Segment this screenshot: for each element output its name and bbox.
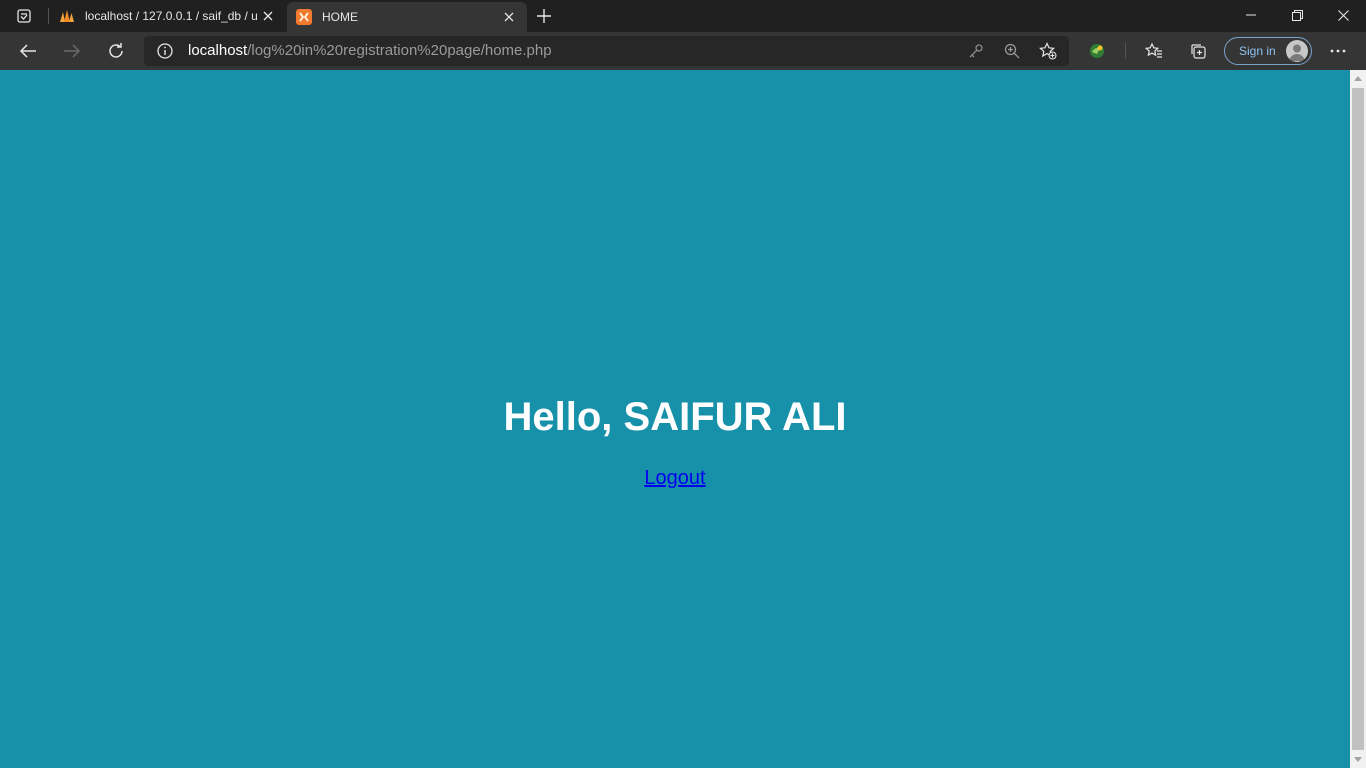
tab-separator xyxy=(48,8,49,24)
scroll-thumb[interactable] xyxy=(1352,88,1364,750)
minimize-icon[interactable] xyxy=(1228,0,1274,30)
tab-strip: localhost / 127.0.0.1 / saif_db / u HOME xyxy=(0,0,1366,32)
extension-icon[interactable] xyxy=(1083,37,1111,65)
window-close-icon[interactable] xyxy=(1320,0,1366,30)
avatar-icon xyxy=(1286,40,1308,62)
forward-icon[interactable] xyxy=(58,37,86,65)
sign-in-button[interactable]: Sign in xyxy=(1224,37,1312,65)
key-icon[interactable] xyxy=(966,41,986,61)
navigation-bar: localhost/log%20in%20registration%20page… xyxy=(0,32,1366,70)
new-tab-icon[interactable] xyxy=(533,5,555,27)
greeting-heading: Hello, SAIFUR ALI xyxy=(503,395,847,439)
url-path: /log%20in%20registration%20page/home.php xyxy=(247,42,552,59)
xampp-icon xyxy=(296,9,312,25)
toolbar-separator xyxy=(1125,43,1126,59)
phpmyadmin-icon xyxy=(59,8,75,24)
refresh-icon[interactable] xyxy=(102,37,130,65)
scroll-up-arrow-icon[interactable] xyxy=(1350,70,1366,87)
collections-icon[interactable] xyxy=(1184,37,1212,65)
favorites-icon[interactable] xyxy=(1140,37,1168,65)
zoom-icon[interactable] xyxy=(1002,41,1022,61)
info-icon[interactable] xyxy=(156,42,174,60)
logout-link[interactable]: Logout xyxy=(644,467,705,489)
logout-container: Logout xyxy=(0,467,1350,490)
more-options-icon[interactable] xyxy=(1324,37,1352,65)
tab-title: HOME xyxy=(322,10,358,24)
page-viewport: Hello, SAIFUR ALI Logout xyxy=(0,70,1350,768)
restore-icon[interactable] xyxy=(1274,0,1320,30)
scroll-down-arrow-icon[interactable] xyxy=(1350,751,1366,768)
close-icon[interactable] xyxy=(258,6,278,26)
tab-actions-icon[interactable] xyxy=(10,6,38,26)
close-icon[interactable] xyxy=(499,7,519,27)
tab-phpmyadmin[interactable]: localhost / 127.0.0.1 / saif_db / u xyxy=(50,0,286,32)
tab-title: localhost / 127.0.0.1 / saif_db / u xyxy=(85,9,258,23)
vertical-scrollbar[interactable] xyxy=(1350,70,1366,768)
url-host: localhost xyxy=(188,42,248,59)
tab-home[interactable]: HOME xyxy=(287,2,527,32)
address-bar[interactable]: localhost/log%20in%20registration%20page… xyxy=(144,36,1069,66)
sign-in-label: Sign in xyxy=(1239,44,1276,58)
add-favorite-icon[interactable] xyxy=(1038,41,1058,61)
url-text[interactable]: localhost/log%20in%20registration%20page… xyxy=(188,42,552,59)
back-icon[interactable] xyxy=(14,37,42,65)
